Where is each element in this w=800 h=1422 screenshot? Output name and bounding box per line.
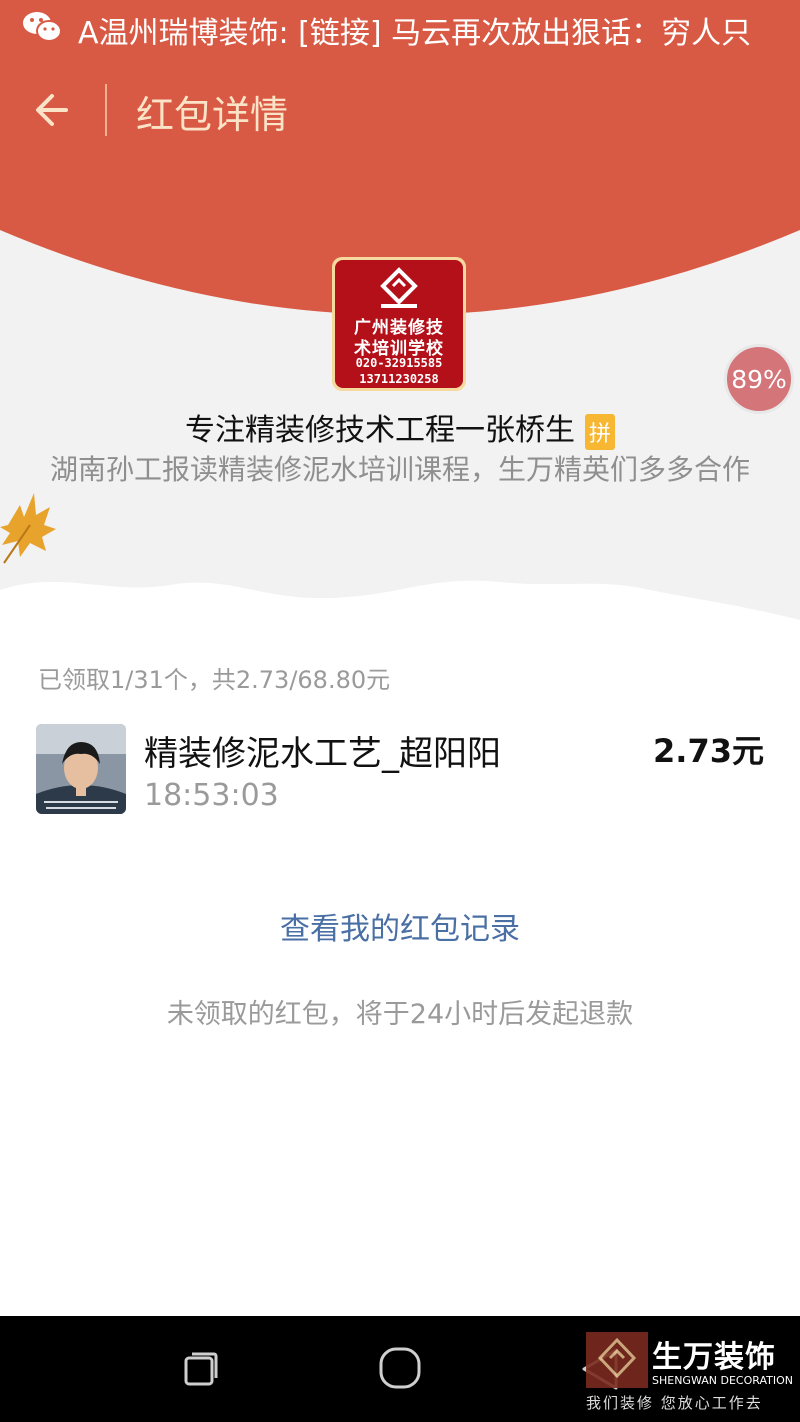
school-logo-icon xyxy=(380,267,418,308)
wechat-icon xyxy=(23,12,62,42)
sender-name: 专注精装修技术工程一张桥生 xyxy=(184,413,575,448)
recipient-name: 精装修泥水工艺_超阳阳 xyxy=(144,734,501,774)
paper-wave-decoration xyxy=(0,580,800,640)
claim-amount: 2.73元 xyxy=(653,732,764,770)
pin-tag-badge: 拼 xyxy=(584,413,615,450)
sender-avatar-logo[interactable]: 广州装修技 术培训学校 020-32915585 13711230258 xyxy=(332,257,466,391)
progress-badge[interactable]: 89% xyxy=(724,344,794,414)
brand-logo-icon xyxy=(586,1332,648,1388)
watermark-english: SHENGWAN DECORATION xyxy=(652,1374,793,1387)
header-divider xyxy=(105,84,107,136)
view-my-red-packets-link[interactable]: 查看我的红包记录 xyxy=(0,904,800,948)
logo-badge: 广州装修技 术培训学校 020-32915585 13711230258 xyxy=(335,260,463,388)
logo-phone1: 020-32915585 xyxy=(355,356,443,370)
notification-bar[interactable]: A温州瑞博装饰: [链接] 马云再次放出狠话：穷人只 xyxy=(0,0,800,56)
home-icon[interactable] xyxy=(378,1346,422,1390)
claim-time: 18:53:03 xyxy=(144,778,279,813)
avatar xyxy=(36,724,126,814)
sender-name-row: 专注精装修技术工程一张桥生拼 xyxy=(0,405,800,450)
page-header: 红包详情 xyxy=(0,70,800,150)
list-item[interactable]: 精装修泥水工艺_超阳阳 18:53:03 2.73元 xyxy=(36,722,766,814)
claim-summary: 已领取1/31个，共2.73/68.80元 xyxy=(38,666,391,694)
page-title: 红包详情 xyxy=(136,93,289,137)
watermark-brand: 生万装饰 xyxy=(652,1340,776,1375)
greeting-message: 湖南孙工报读精装修泥水培训课程，生万精英们多多合作 xyxy=(49,453,750,486)
back-arrow-icon[interactable] xyxy=(30,88,78,132)
watermark-slogan: 我们装修 您放心工作去 xyxy=(586,1394,763,1412)
person-photo xyxy=(36,724,126,814)
maple-leaf-icon xyxy=(0,493,56,564)
logo-phone2: 13711230258 xyxy=(359,372,439,386)
notification-text: A温州瑞博装饰: [链接] 马云再次放出狠话：穷人只 xyxy=(78,16,752,51)
recent-apps-icon[interactable] xyxy=(182,1350,220,1388)
brand-watermark: 生万装饰 SHENGWAN DECORATION 我们装修 您放心工作去 xyxy=(586,1332,793,1412)
refund-notice: 未领取的红包，将于24小时后发起退款 xyxy=(166,999,634,1030)
